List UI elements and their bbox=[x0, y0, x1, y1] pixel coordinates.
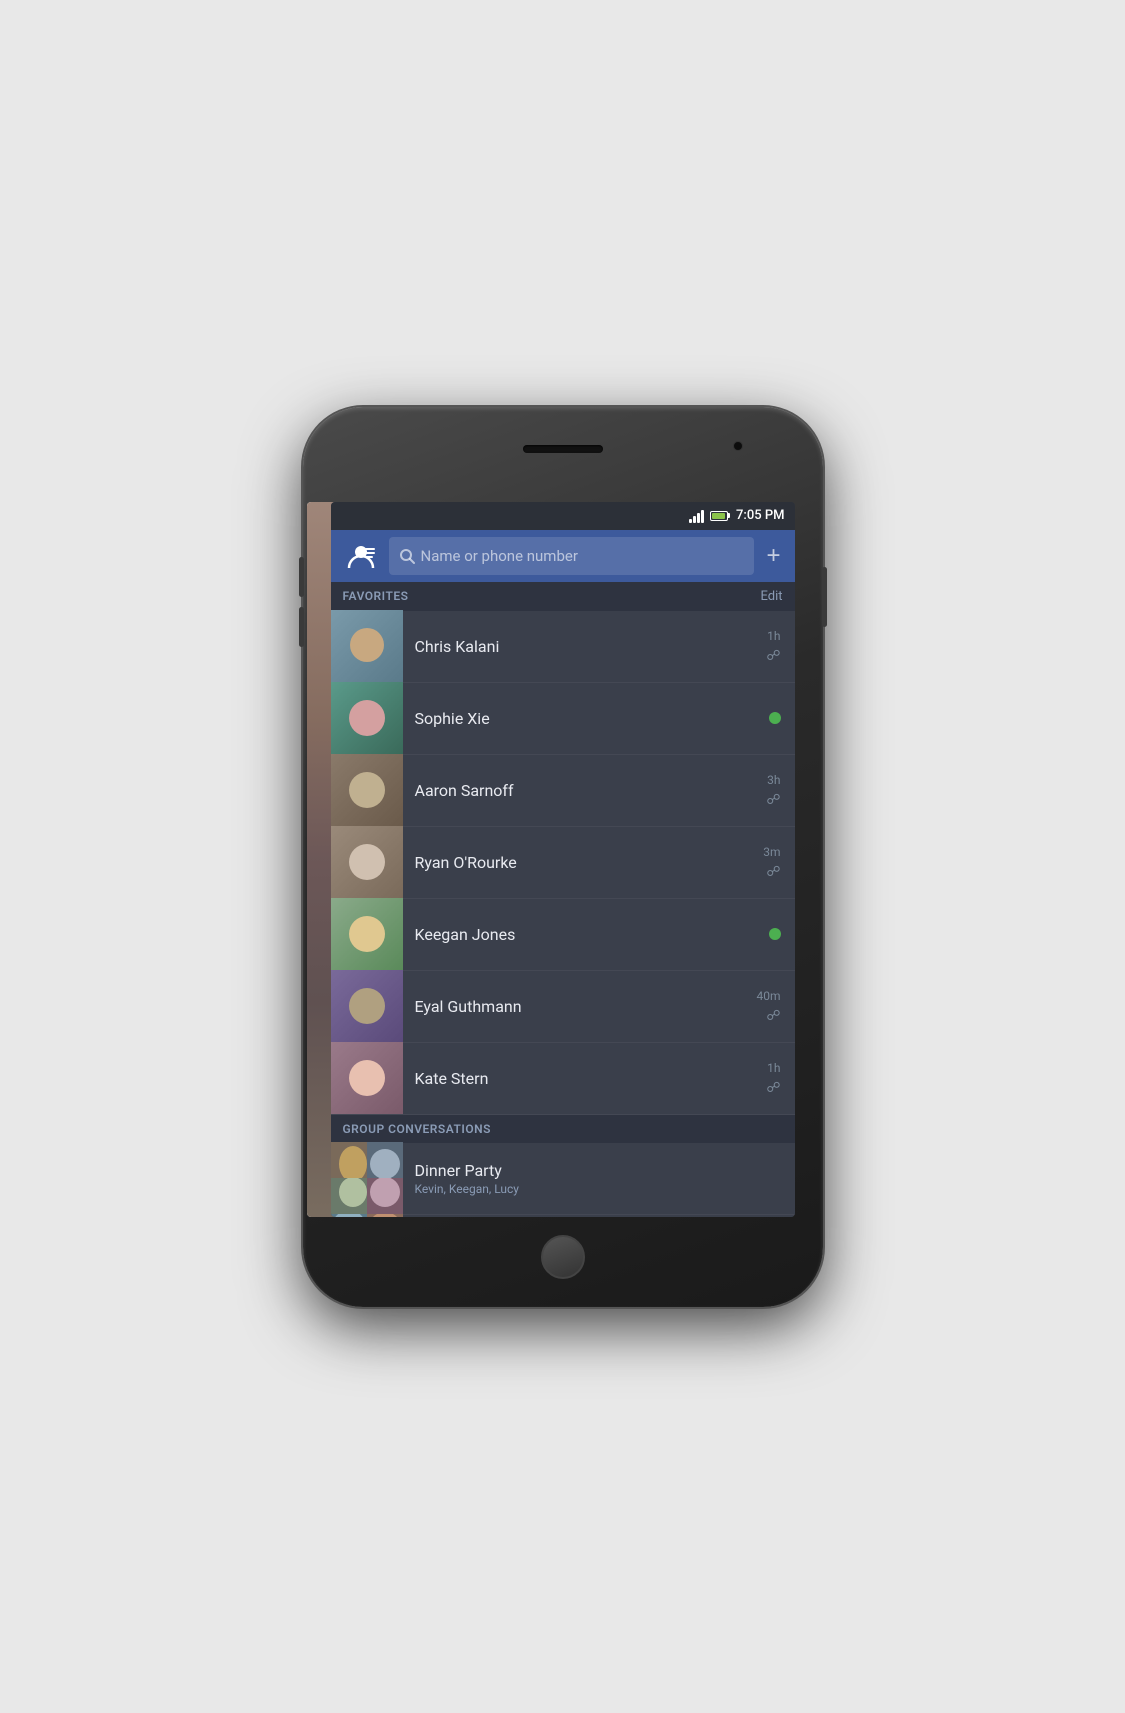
contact-row[interactable]: Keegan Jones bbox=[331, 899, 795, 971]
volume-down-button[interactable] bbox=[299, 607, 304, 647]
contact-row[interactable]: Aaron Sarnoff 3h ☍ bbox=[331, 755, 795, 827]
contact-status: 1h ☍ bbox=[766, 629, 794, 664]
contact-info: Keegan Jones bbox=[403, 925, 769, 944]
group-conversation-row[interactable]: Dinner Party Kevin, Keegan, Lucy bbox=[331, 1143, 795, 1215]
status-time-value: 3m bbox=[763, 845, 780, 859]
contact-info: Chris Kalani bbox=[403, 637, 767, 656]
contact-status: 3h ☍ bbox=[766, 773, 794, 808]
group-avatar bbox=[331, 1142, 403, 1214]
avatar bbox=[331, 610, 403, 682]
group-info: Dinner Party Kevin, Keegan, Lucy bbox=[403, 1161, 795, 1196]
phone-speaker bbox=[523, 445, 603, 453]
avatar bbox=[331, 754, 403, 826]
device-icon: ☍ bbox=[766, 864, 780, 880]
group-avatar bbox=[331, 1214, 403, 1217]
status-time-value: 1h bbox=[767, 1061, 780, 1075]
group-conversations-section-header: GROUP CONVERSATIONS bbox=[331, 1115, 795, 1143]
contact-info: Sophie Xie bbox=[403, 709, 769, 728]
avatar bbox=[331, 970, 403, 1042]
header-bar: Name or phone number + bbox=[331, 530, 795, 582]
status-bar: 7:05 PM bbox=[331, 502, 795, 530]
contact-name: Keegan Jones bbox=[415, 925, 757, 944]
group-conversation-row[interactable]: Getting some air John, Atish, Sophie, Me… bbox=[331, 1215, 795, 1217]
contact-status: 3m ☍ bbox=[763, 845, 794, 880]
contact-status bbox=[769, 928, 795, 940]
contact-status: 40m ☍ bbox=[756, 989, 794, 1024]
phone-camera bbox=[733, 441, 743, 451]
device-icon: ☍ bbox=[766, 648, 780, 664]
power-button[interactable] bbox=[822, 567, 827, 627]
contact-info: Kate Stern bbox=[403, 1069, 767, 1088]
favorites-section-header: FAVORITES Edit bbox=[331, 582, 795, 611]
favorites-title: FAVORITES bbox=[343, 589, 409, 603]
avatar bbox=[331, 1042, 403, 1114]
device-icon: ☍ bbox=[766, 1008, 780, 1024]
contacts-list: FAVORITES Edit Chris Kalani 1h bbox=[331, 582, 795, 1217]
avatar bbox=[331, 682, 403, 754]
contact-name: Sophie Xie bbox=[415, 709, 757, 728]
status-time-value: 3h bbox=[767, 773, 780, 787]
phone-screen: 7:05 PM bbox=[331, 502, 795, 1217]
device-icon: ☍ bbox=[766, 792, 780, 808]
contact-status bbox=[769, 712, 795, 724]
contact-name: Ryan O'Rourke bbox=[415, 853, 752, 872]
contact-name: Kate Stern bbox=[415, 1069, 755, 1088]
contact-row[interactable]: Chris Kalani 1h ☍ bbox=[331, 611, 795, 683]
contact-row[interactable]: Ryan O'Rourke 3m ☍ bbox=[331, 827, 795, 899]
contacts-icon-button[interactable] bbox=[339, 534, 383, 578]
search-icon bbox=[399, 548, 415, 564]
contact-info: Eyal Guthmann bbox=[403, 997, 757, 1016]
add-contact-button[interactable]: + bbox=[760, 538, 786, 574]
contact-name: Eyal Guthmann bbox=[415, 997, 745, 1016]
online-indicator bbox=[769, 712, 781, 724]
status-time-value: 40m bbox=[756, 989, 780, 1003]
edit-button[interactable]: Edit bbox=[760, 589, 782, 604]
device-icon: ☍ bbox=[766, 1080, 780, 1096]
contact-row[interactable]: Sophie Xie bbox=[331, 683, 795, 755]
contact-status: 1h ☍ bbox=[766, 1061, 794, 1096]
avatar bbox=[331, 898, 403, 970]
contact-name: Chris Kalani bbox=[415, 637, 755, 656]
status-time: 7:05 PM bbox=[736, 508, 785, 523]
group-name: Dinner Party bbox=[415, 1161, 783, 1180]
status-time-value: 1h bbox=[767, 629, 780, 643]
group-conversations-title: GROUP CONVERSATIONS bbox=[343, 1122, 491, 1136]
battery-icon bbox=[710, 511, 730, 521]
phone-body: 7:05 PM bbox=[303, 407, 823, 1307]
avatar bbox=[331, 826, 403, 898]
signal-icon bbox=[689, 509, 704, 523]
contact-row[interactable]: Kate Stern 1h ☍ bbox=[331, 1043, 795, 1115]
home-button[interactable] bbox=[541, 1235, 585, 1279]
online-indicator bbox=[769, 928, 781, 940]
search-placeholder: Name or phone number bbox=[421, 547, 578, 565]
phone-device: 7:05 PM bbox=[303, 407, 823, 1307]
contact-info: Ryan O'Rourke bbox=[403, 853, 764, 872]
contact-row[interactable]: Eyal Guthmann 40m ☍ bbox=[331, 971, 795, 1043]
contact-info: Aaron Sarnoff bbox=[403, 781, 767, 800]
search-box[interactable]: Name or phone number bbox=[389, 537, 755, 575]
volume-up-button[interactable] bbox=[299, 557, 304, 597]
contact-name: Aaron Sarnoff bbox=[415, 781, 755, 800]
group-members: Kevin, Keegan, Lucy bbox=[415, 1182, 783, 1196]
